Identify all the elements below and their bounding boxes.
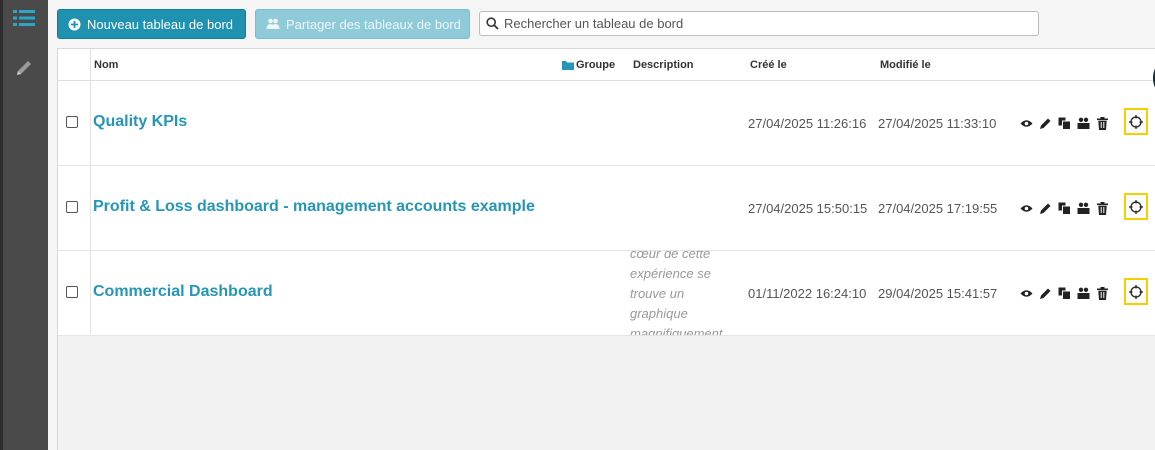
copy-icon[interactable] <box>1058 202 1071 215</box>
dashboard-name-link[interactable]: Profit & Loss dashboard - management acc… <box>93 198 535 216</box>
table-header: Nom Groupe Description Créé le Modifié l… <box>58 49 1155 81</box>
modified-date: 29/04/2025 15:41:57 <box>878 286 998 301</box>
copy-icon[interactable] <box>1058 117 1071 130</box>
row-actions <box>1020 115 1115 131</box>
share-users-icon[interactable] <box>1077 117 1090 130</box>
pencil-icon[interactable] <box>1039 202 1052 215</box>
list-icon[interactable] <box>13 9 35 27</box>
copy-icon[interactable] <box>1058 287 1071 300</box>
users-icon <box>266 18 280 29</box>
dashboard-name-link[interactable]: Quality KPIs <box>93 113 187 131</box>
table-row: Quality KPIs 27/04/2025 11:26:16 27/04/2… <box>58 81 1155 166</box>
row-actions <box>1020 200 1115 216</box>
target-icon[interactable] <box>1124 108 1148 135</box>
column-name[interactable]: Nom <box>94 59 118 71</box>
row-checkbox[interactable] <box>66 116 78 128</box>
column-group[interactable]: Groupe <box>562 59 615 71</box>
eye-icon[interactable] <box>1020 117 1033 130</box>
target-icon[interactable] <box>1124 278 1148 305</box>
trash-icon[interactable] <box>1096 201 1109 215</box>
toolbar: Nouveau tableau de bord Partager des tab… <box>48 0 1155 48</box>
sidebar-edge <box>0 0 3 450</box>
checkbox-column-divider <box>90 49 91 334</box>
search-icon <box>486 17 499 30</box>
search-input[interactable] <box>504 16 1024 31</box>
new-dashboard-label: Nouveau tableau de bord <box>87 16 234 32</box>
created-date: 01/11/2022 16:24:10 <box>748 286 867 301</box>
created-date: 27/04/2025 15:50:15 <box>748 201 868 216</box>
pencil-icon[interactable] <box>1039 117 1052 130</box>
share-users-icon[interactable] <box>1077 202 1090 215</box>
table-row: Commercial Dashboard cœur de cette expér… <box>58 251 1155 336</box>
modified-date: 27/04/2025 11:33:10 <box>878 116 997 131</box>
column-group-label: Groupe <box>576 59 616 71</box>
row-checkbox[interactable] <box>66 286 78 298</box>
row-checkbox[interactable] <box>66 201 78 213</box>
eye-icon[interactable] <box>1020 202 1033 215</box>
table-row: Profit & Loss dashboard - management acc… <box>58 166 1155 251</box>
column-description[interactable]: Description <box>633 59 694 71</box>
folder-icon <box>562 61 574 70</box>
dashboard-table: Nom Groupe Description Créé le Modifié l… <box>57 48 1155 450</box>
share-users-icon[interactable] <box>1077 287 1090 300</box>
search-box <box>479 11 1039 36</box>
trash-icon[interactable] <box>1096 286 1109 300</box>
new-dashboard-button[interactable]: Nouveau tableau de bord <box>57 9 246 39</box>
sidebar <box>0 0 48 450</box>
dashboard-description: cœur de cette expérience se trouve un gr… <box>630 251 723 336</box>
row-actions <box>1020 285 1115 301</box>
modified-date: 27/04/2025 17:19:55 <box>878 201 998 216</box>
column-created[interactable]: Créé le <box>750 59 787 71</box>
column-modified[interactable]: Modifié le <box>880 59 931 71</box>
plus-circle-icon <box>68 18 81 30</box>
created-date: 27/04/2025 11:26:16 <box>748 116 867 131</box>
pencil-icon[interactable] <box>14 58 34 78</box>
dashboard-name-link[interactable]: Commercial Dashboard <box>93 283 273 301</box>
target-icon[interactable] <box>1124 193 1148 220</box>
pencil-icon[interactable] <box>1039 287 1052 300</box>
main-area: Nouveau tableau de bord Partager des tab… <box>48 0 1155 450</box>
share-dashboards-label: Partager des tableaux de bord <box>286 16 461 32</box>
trash-icon[interactable] <box>1096 116 1109 130</box>
share-dashboards-button[interactable]: Partager des tableaux de bord <box>255 9 470 39</box>
eye-icon[interactable] <box>1020 287 1033 300</box>
